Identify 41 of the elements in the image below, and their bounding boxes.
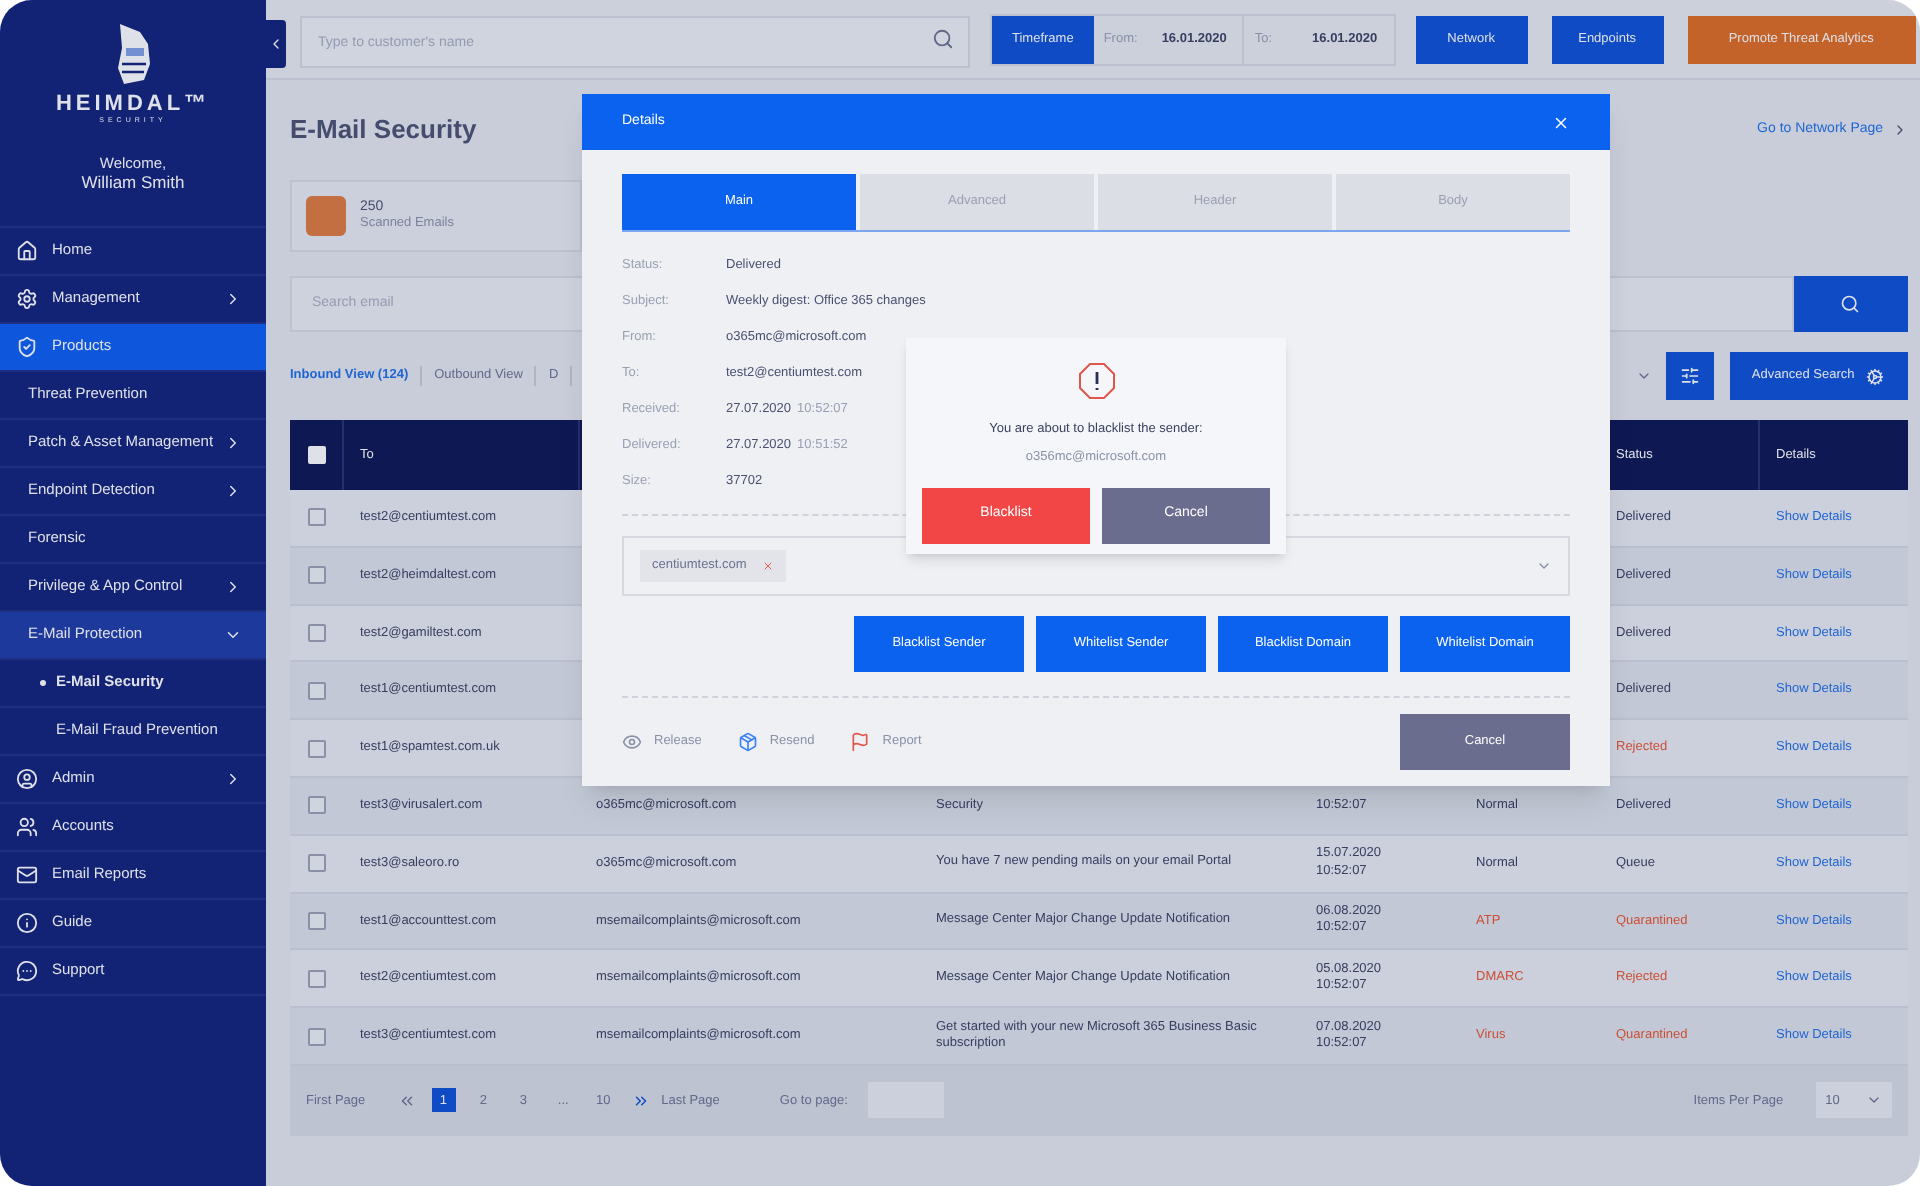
checkbox[interactable] bbox=[308, 508, 326, 527]
box-icon bbox=[737, 732, 758, 752]
filter-icon bbox=[1679, 366, 1700, 386]
mail-tile-icon bbox=[306, 196, 346, 236]
info-icon bbox=[16, 911, 38, 933]
shield-icon bbox=[16, 335, 38, 357]
checkbox[interactable] bbox=[308, 1027, 326, 1046]
user-name: William Smith bbox=[81, 171, 185, 193]
chevron-left-icon bbox=[268, 36, 284, 52]
checkbox[interactable] bbox=[308, 796, 326, 815]
chat-icon bbox=[16, 959, 38, 981]
checkbox[interactable] bbox=[308, 739, 326, 758]
caret-icon bbox=[1536, 558, 1552, 574]
caret-icon[interactable] bbox=[1635, 368, 1652, 384]
collapse-sidebar-button[interactable] bbox=[266, 20, 286, 68]
filter-button[interactable] bbox=[1665, 352, 1714, 400]
checkbox[interactable] bbox=[308, 911, 326, 930]
checkbox[interactable] bbox=[308, 854, 326, 873]
brand-name: HEIMDAL™ bbox=[55, 94, 211, 116]
previous-icon[interactable] bbox=[397, 1091, 416, 1110]
close-icon[interactable] bbox=[1552, 113, 1570, 131]
checkbox[interactable] bbox=[308, 969, 326, 988]
bullet-icon bbox=[40, 679, 46, 685]
eye-icon bbox=[622, 732, 642, 752]
settings-icon bbox=[16, 287, 38, 309]
mail-icon bbox=[16, 863, 38, 885]
warning-icon bbox=[1077, 362, 1115, 400]
checkbox[interactable] bbox=[308, 623, 326, 642]
search-button[interactable] bbox=[1793, 276, 1908, 332]
page-title: E-Mail Security bbox=[290, 112, 477, 149]
next-icon[interactable] bbox=[631, 1091, 650, 1110]
home-icon bbox=[16, 239, 38, 261]
flag-icon bbox=[850, 732, 871, 752]
gear-icon bbox=[1866, 367, 1885, 385]
remove-icon[interactable] bbox=[762, 560, 775, 572]
search-icon bbox=[932, 27, 954, 49]
checkbox[interactable] bbox=[308, 566, 326, 585]
search-icon bbox=[1840, 294, 1861, 314]
users-icon bbox=[16, 815, 38, 837]
checkbox[interactable] bbox=[308, 681, 326, 700]
user-circle-icon bbox=[16, 767, 38, 789]
